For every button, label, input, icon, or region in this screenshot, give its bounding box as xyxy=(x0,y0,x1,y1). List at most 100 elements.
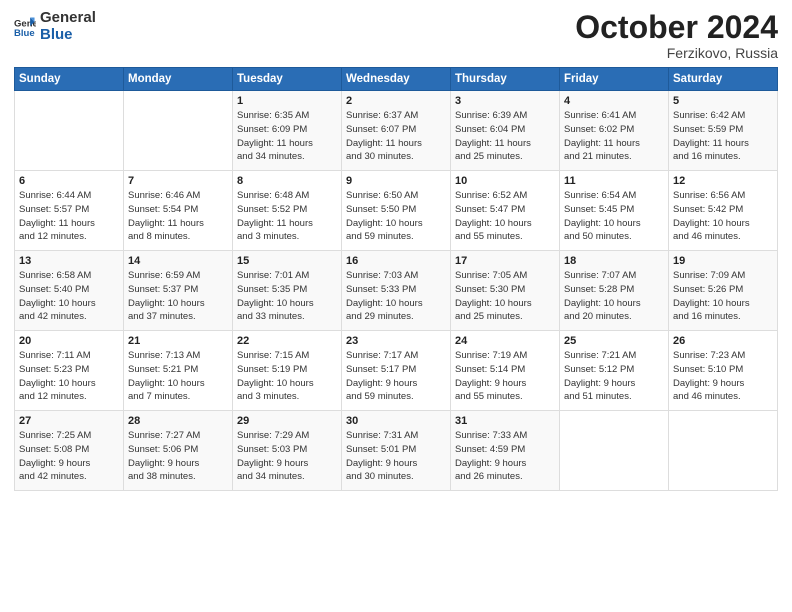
cell-line: Sunrise: 6:35 AM xyxy=(237,110,309,121)
cell-line: Sunrise: 7:19 AM xyxy=(455,350,527,361)
cell-content: Sunrise: 7:27 AMSunset: 5:06 PMDaylight:… xyxy=(128,429,228,484)
cell-content: Sunrise: 6:48 AMSunset: 5:52 PMDaylight:… xyxy=(237,189,337,244)
calendar-cell: 16 Sunrise: 7:03 AMSunset: 5:33 PMDayligh… xyxy=(342,251,451,331)
calendar-cell: 2Sunrise: 6:37 AMSunset: 6:07 PMDaylight… xyxy=(342,91,451,171)
cell-line: Daylight: 10 hours xyxy=(237,298,314,309)
cell-content: Sunrise: 6:54 AMSunset: 5:45 PMDaylight:… xyxy=(564,189,664,244)
day-number: 5 xyxy=(673,95,773,107)
calendar-cell: 9Sunrise: 6:50 AMSunset: 5:50 PMDaylight… xyxy=(342,171,451,251)
cell-content: Sunrise: 7:31 AMSunset: 5:01 PMDaylight:… xyxy=(346,429,446,484)
day-number: 18 xyxy=(564,255,664,267)
page-container: General Blue General Blue October 2024 F… xyxy=(0,0,792,497)
calendar-cell: 28Sunrise: 7:27 AMSunset: 5:06 PMDayligh… xyxy=(124,411,233,491)
day-number: 1 xyxy=(237,95,337,107)
cell-line: Daylight: 10 hours xyxy=(237,378,314,389)
cell-line: and 42 minutes. xyxy=(19,311,87,322)
cell-line: Sunrise: 7:07 AM xyxy=(564,270,636,281)
cell-line: Sunset: 5:01 PM xyxy=(346,444,416,455)
cell-line: Sunrise: 6:46 AM xyxy=(128,190,200,201)
calendar-cell: 22Sunrise: 7:15 AMSunset: 5:19 PMDayligh… xyxy=(233,331,342,411)
calendar-cell: 3Sunrise: 6:39 AMSunset: 6:04 PMDaylight… xyxy=(451,91,560,171)
cell-line: Sunrise: 7:29 AM xyxy=(237,430,309,441)
cell-line: Daylight: 11 hours xyxy=(564,138,640,149)
day-number: 2 xyxy=(346,95,446,107)
title-block: October 2024 Ferzikovo, Russia xyxy=(575,10,778,61)
month-title: October 2024 xyxy=(575,10,778,45)
cell-line: Daylight: 10 hours xyxy=(673,298,750,309)
calendar-cell: 24Sunrise: 7:19 AMSunset: 5:14 PMDayligh… xyxy=(451,331,560,411)
cell-line: Daylight: 11 hours xyxy=(673,138,749,149)
calendar-cell: 7Sunrise: 6:46 AMSunset: 5:54 PMDaylight… xyxy=(124,171,233,251)
cell-line: and 51 minutes. xyxy=(564,391,632,402)
cell-content: Sunrise: 7:03 AMSunset: 5:33 PMDaylight:… xyxy=(346,269,446,324)
day-number: 14 xyxy=(128,255,228,267)
calendar-cell: 17Sunrise: 7:05 AMSunset: 5:30 PMDayligh… xyxy=(451,251,560,331)
cell-line: Daylight: 9 hours xyxy=(128,458,199,469)
cell-content: Sunrise: 7:11 AMSunset: 5:23 PMDaylight:… xyxy=(19,349,119,404)
cell-content: Sunrise: 7:07 AM Sunset: 5:28 PM Daylight:… xyxy=(564,269,664,324)
cell-line: Sunset: 5:40 PM xyxy=(19,284,89,295)
cell-content: Sunrise: 7:01 AM Sunset: 5:35 PM Daylight:… xyxy=(237,269,337,324)
cell-line: Daylight: 11 hours xyxy=(128,218,204,229)
cell-line: Sunset: 6:02 PM xyxy=(564,124,634,135)
cell-line: and 20 minutes. xyxy=(564,311,632,322)
cell-line: Sunset: 5:12 PM xyxy=(564,364,634,375)
cell-content: Sunrise: 7:29 AMSunset: 5:03 PMDaylight:… xyxy=(237,429,337,484)
cell-line: and 12 minutes. xyxy=(19,391,87,402)
calendar-cell: 15 Sunrise: 7:01 AM Sunset: 5:35 PM Dayligh… xyxy=(233,251,342,331)
cell-line: Sunset: 5:35 PM xyxy=(237,284,307,295)
calendar-cell: 4Sunrise: 6:41 AMSunset: 6:02 PMDaylight… xyxy=(560,91,669,171)
cell-line: Sunset: 5:21 PM xyxy=(128,364,198,375)
cell-line: Sunset: 6:07 PM xyxy=(346,124,416,135)
calendar-cell: 12Sunrise: 6:56 AMSunset: 5:42 PMDayligh… xyxy=(669,171,778,251)
cell-line: Daylight: 9 hours xyxy=(455,378,526,389)
day-number: 26 xyxy=(673,335,773,347)
day-number: 15 xyxy=(237,255,337,267)
day-number: 16 xyxy=(346,255,446,267)
cell-line: Sunset: 5:47 PM xyxy=(455,204,525,215)
cell-line: Daylight: 10 hours xyxy=(455,218,532,229)
cell-line: Sunrise: 7:23 AM xyxy=(673,350,745,361)
cell-content: Sunrise: 7:09 AMSunset: 5:26 PMDaylight:… xyxy=(673,269,773,324)
cell-line: Sunrise: 6:44 AM xyxy=(19,190,91,201)
cell-line: Sunset: 5:28 PM xyxy=(564,284,634,295)
location-subtitle: Ferzikovo, Russia xyxy=(575,45,778,61)
cell-line: Sunrise: 6:52 AM xyxy=(455,190,527,201)
cell-line: Sunset: 5:10 PM xyxy=(673,364,743,375)
cell-content: Sunrise: 6:42 AMSunset: 5:59 PMDaylight:… xyxy=(673,109,773,164)
cell-line: Daylight: 11 hours xyxy=(237,138,313,149)
calendar-cell: 18 Sunrise: 7:07 AM Sunset: 5:28 PM Dayligh… xyxy=(560,251,669,331)
cell-line: and 42 minutes. xyxy=(19,471,87,482)
cell-line: Sunrise: 7:15 AM xyxy=(237,350,309,361)
cell-content: Sunrise: 6:58 AMSunset: 5:40 PMDaylight:… xyxy=(19,269,119,324)
day-number: 13 xyxy=(19,255,119,267)
cell-content: Sunrise: 7:19 AMSunset: 5:14 PMDaylight:… xyxy=(455,349,555,404)
cell-line: Sunset: 5:37 PM xyxy=(128,284,198,295)
cell-line: Sunset: 5:19 PM xyxy=(237,364,307,375)
cell-line: Daylight: 10 hours xyxy=(564,298,641,309)
cell-line: Daylight: 10 hours xyxy=(128,378,205,389)
cell-line: Daylight: 11 hours xyxy=(19,218,95,229)
cell-line: Sunrise: 7:25 AM xyxy=(19,430,91,441)
cell-line: Sunset: 5:23 PM xyxy=(19,364,89,375)
cell-line: and 30 minutes. xyxy=(346,471,414,482)
cell-line: Daylight: 11 hours xyxy=(455,138,531,149)
cell-content: Sunrise: 6:46 AM Sunset: 5:54 PM Daylight:… xyxy=(128,189,228,244)
day-number: 3 xyxy=(455,95,555,107)
day-header-wednesday: Wednesday xyxy=(342,68,451,91)
cell-line: Daylight: 9 hours xyxy=(455,458,526,469)
cell-line: and 16 minutes. xyxy=(673,151,741,162)
cell-line: Sunset: 5:50 PM xyxy=(346,204,416,215)
cell-line: Sunset: 5:52 PM xyxy=(237,204,307,215)
day-header-monday: Monday xyxy=(124,68,233,91)
cell-line: Sunset: 5:54 PM xyxy=(128,204,198,215)
cell-line: Sunrise: 7:01 AM xyxy=(237,270,309,281)
cell-line: Sunrise: 7:03 AM xyxy=(346,270,418,281)
cell-line: Daylight: 9 hours xyxy=(237,458,308,469)
calendar-cell: 21Sunrise: 7:13 AMSunset: 5:21 PMDayligh… xyxy=(124,331,233,411)
calendar-cell: 13 Sunrise: 6:58 AMSunset: 5:40 PMDayligh… xyxy=(15,251,124,331)
calendar-cell: 31Sunrise: 7:33 AMSunset: 4:59 PMDayligh… xyxy=(451,411,560,491)
calendar-cell xyxy=(15,91,124,171)
calendar-cell xyxy=(669,411,778,491)
cell-line: and 3 minutes. xyxy=(237,391,299,402)
